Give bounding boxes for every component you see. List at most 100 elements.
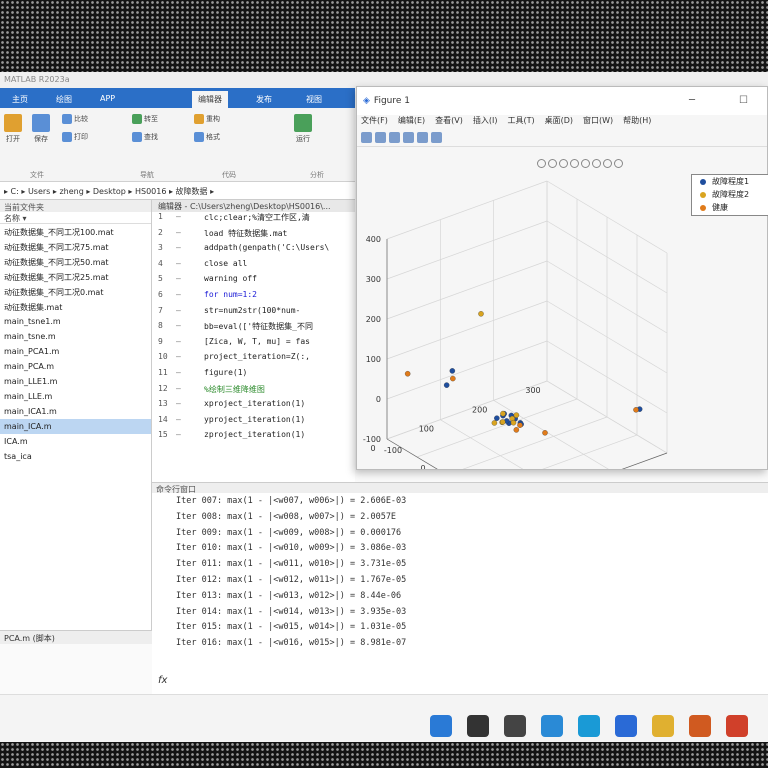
code-line[interactable]: 2— load 特征数据集.mat bbox=[152, 228, 355, 244]
file-item[interactable]: 动征数据集_不同工况25.mat bbox=[0, 269, 151, 284]
legend-entry[interactable]: 故障程度2 bbox=[692, 188, 768, 201]
code-line[interactable]: 11— figure(1) bbox=[152, 368, 355, 384]
file-item[interactable]: main_tsne1.m bbox=[0, 314, 151, 329]
tab-editor[interactable]: 编辑器 bbox=[192, 91, 228, 108]
code-line[interactable]: 14— yproject_iteration(1) bbox=[152, 415, 355, 431]
tab-apps[interactable]: APP bbox=[94, 91, 121, 108]
go-to-button[interactable]: 转至 bbox=[132, 114, 158, 124]
file-item[interactable]: 动征数据集_不同工况0.mat bbox=[0, 284, 151, 299]
breakpoint-marker[interactable]: — bbox=[176, 212, 181, 221]
file-item[interactable]: main_tsne.m bbox=[0, 329, 151, 344]
figure-menu-item[interactable]: 插入(I) bbox=[473, 115, 498, 129]
file-item[interactable]: 动征数据集_不同工况50.mat bbox=[0, 254, 151, 269]
code-line[interactable]: 8— bb=eval(['特征数据集_不同 bbox=[152, 321, 355, 337]
figure-menu-item[interactable]: 文件(F) bbox=[361, 115, 388, 129]
refactor-button[interactable]: 重构 bbox=[194, 114, 220, 124]
print-figure-icon[interactable] bbox=[403, 132, 414, 143]
zoom-in-icon[interactable] bbox=[592, 159, 601, 168]
file-item[interactable]: ICA.m bbox=[0, 434, 151, 449]
command-window[interactable]: 命令行窗口 Iter 007: max(1 - |<w007, w006>|) … bbox=[152, 482, 768, 694]
open-file-icon[interactable] bbox=[375, 132, 386, 143]
home-icon[interactable] bbox=[614, 159, 623, 168]
code-line[interactable]: 13— xproject_iteration(1) bbox=[152, 399, 355, 415]
tab-view[interactable]: 视图 bbox=[300, 91, 328, 108]
breakpoint-marker[interactable]: — bbox=[176, 430, 181, 439]
breakpoint-marker[interactable]: — bbox=[176, 274, 181, 283]
code-line[interactable]: 15— zproject_iteration(1) bbox=[152, 430, 355, 446]
open-button[interactable]: 打开 bbox=[4, 114, 22, 144]
tab-plots[interactable]: 绘图 bbox=[50, 91, 78, 108]
file-item[interactable]: main_LLE1.m bbox=[0, 374, 151, 389]
brush-icon[interactable] bbox=[548, 159, 557, 168]
file-item[interactable]: 动征数据集.mat bbox=[0, 299, 151, 314]
code-line[interactable]: 7— str=num2str(100*num- bbox=[152, 306, 355, 322]
file-item[interactable]: 动征数据集_不同工况100.mat bbox=[0, 224, 151, 239]
breakpoint-marker[interactable]: — bbox=[176, 306, 181, 315]
file-item[interactable]: main_ICA.m bbox=[0, 419, 151, 434]
editor-tab[interactable]: 编辑器 - C:\Users\zheng\Desktop\HS0016\... bbox=[152, 200, 355, 212]
search-icon[interactable] bbox=[467, 715, 489, 737]
breakpoint-marker[interactable]: — bbox=[176, 399, 181, 408]
breakpoint-marker[interactable]: — bbox=[176, 415, 181, 424]
minimize-icon[interactable]: ─ bbox=[689, 95, 695, 106]
file-item[interactable]: main_PCA.m bbox=[0, 359, 151, 374]
tab-home[interactable]: 主页 bbox=[6, 91, 34, 108]
figure-menu-item[interactable]: 编辑(E) bbox=[398, 115, 425, 129]
app-icon[interactable] bbox=[726, 715, 748, 737]
file-item[interactable]: tsa_ica bbox=[0, 449, 151, 464]
save-figure-icon[interactable] bbox=[389, 132, 400, 143]
code-area[interactable]: 1— clc;clear;%清空工作区,清 2— load 特征数据集.mat 3— ad… bbox=[152, 212, 355, 446]
figure-menu-item[interactable]: 帮助(H) bbox=[623, 115, 651, 129]
code-line[interactable]: 9— [Zica, W, T, mu] = fas bbox=[152, 337, 355, 353]
code-line[interactable]: 1— clc;clear;%清空工作区,清 bbox=[152, 212, 355, 228]
fx-prompt[interactable]: fx bbox=[158, 675, 167, 686]
file-item[interactable]: main_ICA1.m bbox=[0, 404, 151, 419]
figure-menu-item[interactable]: 窗口(W) bbox=[583, 115, 613, 129]
breakpoint-marker[interactable]: — bbox=[176, 290, 181, 299]
new-figure-icon[interactable] bbox=[361, 132, 372, 143]
find-button[interactable]: 查找 bbox=[132, 132, 158, 142]
format-button[interactable]: 格式 bbox=[194, 132, 220, 142]
breakpoint-marker[interactable]: — bbox=[176, 228, 181, 237]
file-item[interactable]: 动征数据集_不同工况75.mat bbox=[0, 239, 151, 254]
file-item[interactable]: main_PCA1.m bbox=[0, 344, 151, 359]
maximize-icon[interactable]: ☐ bbox=[739, 95, 748, 106]
column-header-name[interactable]: 名称 ▾ bbox=[0, 212, 151, 224]
start-icon[interactable] bbox=[430, 715, 452, 737]
compare-button[interactable]: 比较 bbox=[62, 114, 88, 124]
store-icon[interactable] bbox=[615, 715, 637, 737]
code-line[interactable]: 6— for num=1:2 bbox=[152, 290, 355, 306]
breakpoint-marker[interactable]: — bbox=[176, 384, 181, 393]
zoom-out-icon[interactable] bbox=[603, 159, 612, 168]
colorbar-icon[interactable] bbox=[431, 132, 442, 143]
datatip-icon[interactable] bbox=[559, 159, 568, 168]
edge-icon[interactable] bbox=[578, 715, 600, 737]
insert-legend-icon[interactable] bbox=[417, 132, 428, 143]
figure-menu-item[interactable]: 桌面(D) bbox=[545, 115, 573, 129]
breakpoint-marker[interactable]: — bbox=[176, 352, 181, 361]
run-button[interactable]: 运行 bbox=[294, 114, 312, 144]
figure-menu-item[interactable]: 工具(T) bbox=[507, 115, 534, 129]
file-item[interactable]: main_LLE.m bbox=[0, 389, 151, 404]
browser-icon[interactable] bbox=[541, 715, 563, 737]
matlab-icon[interactable] bbox=[689, 715, 711, 737]
breakpoint-marker[interactable]: — bbox=[176, 243, 181, 252]
save-button[interactable]: 保存 bbox=[32, 114, 50, 144]
code-line[interactable]: 5— warning off bbox=[152, 274, 355, 290]
code-line[interactable]: 4— close all bbox=[152, 259, 355, 275]
rotate-icon[interactable] bbox=[570, 159, 579, 168]
export-icon[interactable] bbox=[537, 159, 546, 168]
code-line[interactable]: 10— project_iteration=Z(:, bbox=[152, 352, 355, 368]
print-button[interactable]: 打印 bbox=[62, 132, 88, 142]
breakpoint-marker[interactable]: — bbox=[176, 368, 181, 377]
code-line[interactable]: 3— addpath(genpath('C:\Users\ bbox=[152, 243, 355, 259]
tab-publish[interactable]: 发布 bbox=[250, 91, 278, 108]
code-line[interactable]: 12— %绘制三维降维图 bbox=[152, 384, 355, 400]
breakpoint-marker[interactable]: — bbox=[176, 259, 181, 268]
breakpoint-marker[interactable]: — bbox=[176, 337, 181, 346]
breakpoint-marker[interactable]: — bbox=[176, 321, 181, 330]
explorer-icon[interactable] bbox=[652, 715, 674, 737]
legend-entry[interactable]: 健康 bbox=[692, 201, 768, 214]
address-bar[interactable]: ▸ C: ▸ Users ▸ zheng ▸ Desktop ▸ HS0016 … bbox=[0, 182, 355, 200]
pan-icon[interactable] bbox=[581, 159, 590, 168]
